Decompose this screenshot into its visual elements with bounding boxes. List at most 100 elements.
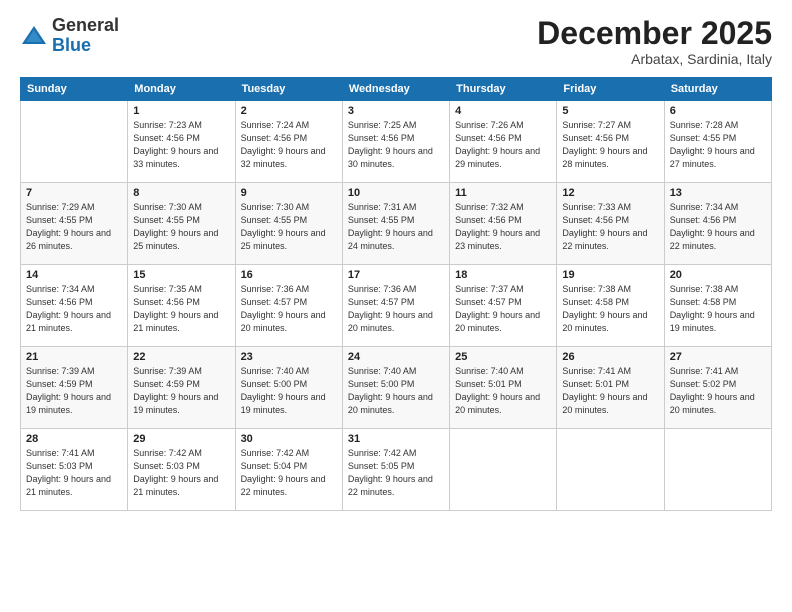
- day-number: 26: [562, 351, 658, 363]
- calendar-cell-w3-d6: 20Sunrise: 7:38 AMSunset: 4:58 PMDayligh…: [664, 265, 771, 347]
- day-info: Sunrise: 7:36 AMSunset: 4:57 PMDaylight:…: [241, 283, 337, 335]
- header-monday: Monday: [128, 78, 235, 101]
- header-tuesday: Tuesday: [235, 78, 342, 101]
- calendar-cell-w4-d1: 22Sunrise: 7:39 AMSunset: 4:59 PMDayligh…: [128, 347, 235, 429]
- calendar-cell-w4-d6: 27 Sunrise: 7:41 AMSunset: 5:02 PMDayligh…: [664, 347, 771, 429]
- header-friday: Friday: [557, 78, 664, 101]
- day-info: Sunrise: 7:35 AMSunset: 4:56 PMDaylight:…: [133, 283, 229, 335]
- day-number: 28: [26, 433, 122, 445]
- day-info: Sunrise: 7:32 AMSunset: 4:56 PMDaylight:…: [455, 201, 551, 253]
- location: Arbatax, Sardinia, Italy: [537, 51, 772, 67]
- day-info: Sunrise: 7:40 AMSunset: 5:00 PMDaylight:…: [348, 365, 444, 417]
- day-info: Sunrise: 7:41 AMSunset: 5:01 PMDaylight:…: [562, 365, 658, 417]
- calendar-cell-w1-d5: 5 Sunrise: 7:27 AMSunset: 4:56 PMDaylight…: [557, 101, 664, 183]
- day-number: 3: [348, 105, 444, 117]
- day-number: 7: [26, 187, 122, 199]
- calendar-cell-w1-d0: [21, 101, 128, 183]
- day-number: 12: [562, 187, 658, 199]
- calendar-cell-w2-d2: 9Sunrise: 7:30 AMSunset: 4:55 PMDaylight…: [235, 183, 342, 265]
- day-info: Sunrise: 7:31 AMSunset: 4:55 PMDaylight:…: [348, 201, 444, 253]
- calendar-cell-w5-d5: [557, 429, 664, 511]
- calendar-cell-w1-d6: 6 Sunrise: 7:28 AMSunset: 4:55 PMDaylight…: [664, 101, 771, 183]
- day-number: 10: [348, 187, 444, 199]
- title-block: December 2025 Arbatax, Sardinia, Italy: [537, 16, 772, 67]
- calendar-cell-w3-d4: 18 Sunrise: 7:37 AMSunset: 4:57 PMDayligh…: [450, 265, 557, 347]
- day-info: Sunrise: 7:40 AMSunset: 5:00 PMDaylight:…: [241, 365, 337, 417]
- day-number: 13: [670, 187, 766, 199]
- header-sunday: Sunday: [21, 78, 128, 101]
- day-number: 2: [241, 105, 337, 117]
- day-number: 5: [562, 105, 658, 117]
- week-row-1: 1 Sunrise: 7:23 AMSunset: 4:56 PMDaylight…: [21, 101, 772, 183]
- day-info: Sunrise: 7:33 AMSunset: 4:56 PMDaylight:…: [562, 201, 658, 253]
- day-info: Sunrise: 7:36 AMSunset: 4:57 PMDaylight:…: [348, 283, 444, 335]
- day-info: Sunrise: 7:42 AMSunset: 5:04 PMDaylight:…: [241, 447, 337, 499]
- week-row-3: 14 Sunrise: 7:34 AMSunset: 4:56 PMDayligh…: [21, 265, 772, 347]
- day-info: Sunrise: 7:24 AMSunset: 4:56 PMDaylight:…: [241, 119, 337, 171]
- day-number: 31: [348, 433, 444, 445]
- day-info: Sunrise: 7:41 AMSunset: 5:02 PMDaylight:…: [670, 365, 766, 417]
- day-number: 22: [133, 351, 229, 363]
- day-info: Sunrise: 7:42 AMSunset: 5:03 PMDaylight:…: [133, 447, 229, 499]
- calendar-cell-w4-d2: 23Sunrise: 7:40 AMSunset: 5:00 PMDayligh…: [235, 347, 342, 429]
- day-info: Sunrise: 7:41 AMSunset: 5:03 PMDaylight:…: [26, 447, 122, 499]
- calendar-cell-w1-d1: 1 Sunrise: 7:23 AMSunset: 4:56 PMDaylight…: [128, 101, 235, 183]
- week-row-4: 21Sunrise: 7:39 AMSunset: 4:59 PMDayligh…: [21, 347, 772, 429]
- day-info: Sunrise: 7:29 AMSunset: 4:55 PMDaylight:…: [26, 201, 122, 253]
- logo: General Blue: [20, 16, 119, 56]
- day-info: Sunrise: 7:28 AMSunset: 4:55 PMDaylight:…: [670, 119, 766, 171]
- header-thursday: Thursday: [450, 78, 557, 101]
- day-number: 6: [670, 105, 766, 117]
- day-info: Sunrise: 7:39 AMSunset: 4:59 PMDaylight:…: [26, 365, 122, 417]
- logo-icon: [20, 22, 48, 50]
- day-info: Sunrise: 7:42 AMSunset: 5:05 PMDaylight:…: [348, 447, 444, 499]
- logo-general-text: General: [52, 15, 119, 35]
- header-saturday: Saturday: [664, 78, 771, 101]
- calendar-cell-w4-d3: 24 Sunrise: 7:40 AMSunset: 5:00 PMDayligh…: [342, 347, 449, 429]
- calendar-cell-w1-d4: 4Sunrise: 7:26 AMSunset: 4:56 PMDaylight…: [450, 101, 557, 183]
- header-wednesday: Wednesday: [342, 78, 449, 101]
- calendar-cell-w2-d0: 7 Sunrise: 7:29 AMSunset: 4:55 PMDaylight…: [21, 183, 128, 265]
- day-number: 14: [26, 269, 122, 281]
- calendar-cell-w4-d0: 21Sunrise: 7:39 AMSunset: 4:59 PMDayligh…: [21, 347, 128, 429]
- day-number: 25: [455, 351, 551, 363]
- logo-blue-text: Blue: [52, 35, 91, 55]
- day-number: 9: [241, 187, 337, 199]
- calendar-cell-w3-d3: 17Sunrise: 7:36 AMSunset: 4:57 PMDayligh…: [342, 265, 449, 347]
- day-info: Sunrise: 7:37 AMSunset: 4:57 PMDaylight:…: [455, 283, 551, 335]
- day-number: 19: [562, 269, 658, 281]
- day-number: 27: [670, 351, 766, 363]
- calendar-cell-w5-d4: [450, 429, 557, 511]
- day-number: 4: [455, 105, 551, 117]
- calendar-cell-w1-d2: 2 Sunrise: 7:24 AMSunset: 4:56 PMDaylight…: [235, 101, 342, 183]
- weekday-header-row: Sunday Monday Tuesday Wednesday Thursday…: [21, 78, 772, 101]
- calendar-cell-w5-d0: 28 Sunrise: 7:41 AMSunset: 5:03 PMDayligh…: [21, 429, 128, 511]
- day-number: 16: [241, 269, 337, 281]
- month-title: December 2025: [537, 16, 772, 51]
- day-number: 1: [133, 105, 229, 117]
- calendar-cell-w2-d3: 10 Sunrise: 7:31 AMSunset: 4:55 PMDayligh…: [342, 183, 449, 265]
- week-row-5: 28 Sunrise: 7:41 AMSunset: 5:03 PMDayligh…: [21, 429, 772, 511]
- calendar-cell-w3-d5: 19Sunrise: 7:38 AMSunset: 4:58 PMDayligh…: [557, 265, 664, 347]
- calendar-cell-w2-d4: 11Sunrise: 7:32 AMSunset: 4:56 PMDayligh…: [450, 183, 557, 265]
- calendar-cell-w3-d1: 15 Sunrise: 7:35 AMSunset: 4:56 PMDayligh…: [128, 265, 235, 347]
- calendar-cell-w5-d1: 29Sunrise: 7:42 AMSunset: 5:03 PMDayligh…: [128, 429, 235, 511]
- calendar-cell-w1-d3: 3 Sunrise: 7:25 AMSunset: 4:56 PMDaylight…: [342, 101, 449, 183]
- day-info: Sunrise: 7:23 AMSunset: 4:56 PMDaylight:…: [133, 119, 229, 171]
- calendar-cell-w3-d2: 16 Sunrise: 7:36 AMSunset: 4:57 PMDayligh…: [235, 265, 342, 347]
- day-info: Sunrise: 7:30 AMSunset: 4:55 PMDaylight:…: [133, 201, 229, 253]
- calendar: Sunday Monday Tuesday Wednesday Thursday…: [20, 77, 772, 511]
- calendar-cell-w3-d0: 14 Sunrise: 7:34 AMSunset: 4:56 PMDayligh…: [21, 265, 128, 347]
- day-info: Sunrise: 7:25 AMSunset: 4:56 PMDaylight:…: [348, 119, 444, 171]
- day-number: 15: [133, 269, 229, 281]
- day-number: 18: [455, 269, 551, 281]
- day-number: 30: [241, 433, 337, 445]
- day-info: Sunrise: 7:27 AMSunset: 4:56 PMDaylight:…: [562, 119, 658, 171]
- calendar-cell-w5-d2: 30 Sunrise: 7:42 AMSunset: 5:04 PMDayligh…: [235, 429, 342, 511]
- calendar-cell-w2-d1: 8 Sunrise: 7:30 AMSunset: 4:55 PMDaylight…: [128, 183, 235, 265]
- day-info: Sunrise: 7:34 AMSunset: 4:56 PMDaylight:…: [670, 201, 766, 253]
- day-info: Sunrise: 7:34 AMSunset: 4:56 PMDaylight:…: [26, 283, 122, 335]
- day-number: 8: [133, 187, 229, 199]
- calendar-cell-w2-d5: 12 Sunrise: 7:33 AMSunset: 4:56 PMDayligh…: [557, 183, 664, 265]
- day-number: 24: [348, 351, 444, 363]
